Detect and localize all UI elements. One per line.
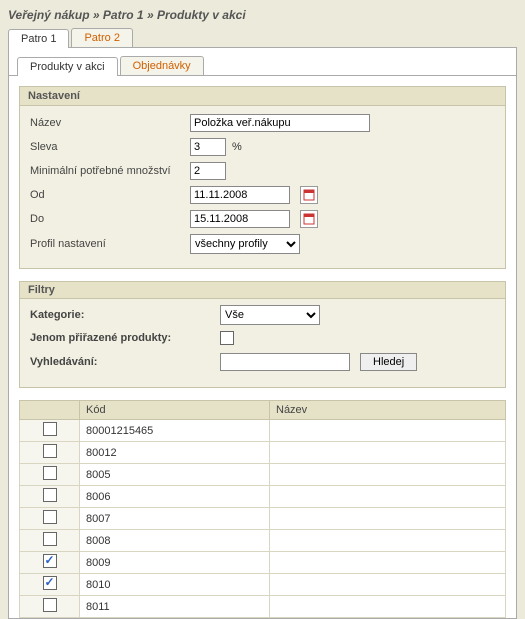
- table-row: 8008: [20, 530, 506, 552]
- row-checkbox[interactable]: [43, 510, 57, 524]
- row-checkbox[interactable]: [43, 532, 57, 546]
- row-checkbox[interactable]: [43, 422, 57, 436]
- profil-label: Profil nastavení: [30, 238, 190, 250]
- cell-nazev: [270, 552, 506, 574]
- tab-outer-0[interactable]: Patro 1: [8, 29, 69, 48]
- cell-kod: 8010: [80, 574, 270, 596]
- table-row: 8007: [20, 508, 506, 530]
- od-input[interactable]: [190, 186, 290, 204]
- table-row: 8009: [20, 552, 506, 574]
- settings-legend: Nastavení: [20, 87, 505, 106]
- calendar-icon[interactable]: [300, 186, 318, 204]
- cell-nazev: [270, 596, 506, 618]
- settings-fieldset: Nastavení Název Sleva % Minimální potřeb…: [19, 86, 506, 269]
- filters-fieldset: Filtry Kategorie: Vše Jenom přiřazené pr…: [19, 281, 506, 388]
- cell-kod: 8009: [80, 552, 270, 574]
- profil-select[interactable]: všechny profily: [190, 234, 300, 254]
- cell-nazev: [270, 508, 506, 530]
- tab-inner-0[interactable]: Produkty v akci: [17, 57, 118, 76]
- outer-tabs: Patro 1Patro 2: [8, 28, 517, 48]
- row-checkbox[interactable]: [43, 554, 57, 568]
- cell-nazev: [270, 574, 506, 596]
- sleva-unit: %: [232, 141, 242, 153]
- content: Nastavení Název Sleva % Minimální potřeb…: [9, 76, 516, 618]
- row-checkbox[interactable]: [43, 488, 57, 502]
- col-chk: [20, 401, 80, 420]
- col-nazev: Název: [270, 401, 506, 420]
- do-input[interactable]: [190, 210, 290, 228]
- filters-legend: Filtry: [20, 282, 505, 299]
- sleva-input[interactable]: [190, 138, 226, 156]
- do-label: Do: [30, 213, 190, 225]
- cell-kod: 80012: [80, 442, 270, 464]
- cell-kod: 8011: [80, 596, 270, 618]
- col-kod: Kód: [80, 401, 270, 420]
- table-row: 8005: [20, 464, 506, 486]
- row-checkbox[interactable]: [43, 466, 57, 480]
- name-label: Název: [30, 117, 190, 129]
- cell-nazev: [270, 530, 506, 552]
- cell-nazev: [270, 442, 506, 464]
- cell-kod: 8008: [80, 530, 270, 552]
- assigned-label: Jenom přiřazené produkty:: [30, 332, 220, 344]
- cell-nazev: [270, 420, 506, 442]
- tab-outer-1[interactable]: Patro 2: [71, 28, 132, 47]
- tab-inner-1[interactable]: Objednávky: [120, 56, 204, 75]
- table-row: 80012: [20, 442, 506, 464]
- row-checkbox[interactable]: [43, 576, 57, 590]
- minqty-label: Minimální potřebné množství: [30, 165, 190, 177]
- search-input[interactable]: [220, 353, 350, 371]
- table-row: 8011: [20, 596, 506, 618]
- minqty-input[interactable]: [190, 162, 226, 180]
- cell-nazev: [270, 486, 506, 508]
- cell-nazev: [270, 464, 506, 486]
- products-table: Kód Název 800012154658001280058006800780…: [19, 400, 506, 618]
- kategorie-label: Kategorie:: [30, 309, 220, 321]
- panel: Produkty v akciObjednávky Nastavení Náze…: [8, 48, 517, 619]
- cell-kod: 8006: [80, 486, 270, 508]
- inner-tabs: Produkty v akciObjednávky: [9, 56, 516, 76]
- row-checkbox[interactable]: [43, 598, 57, 612]
- od-label: Od: [30, 189, 190, 201]
- row-checkbox[interactable]: [43, 444, 57, 458]
- table-row: 80001215465: [20, 420, 506, 442]
- name-input[interactable]: [190, 114, 370, 132]
- sleva-label: Sleva: [30, 141, 190, 153]
- calendar-icon[interactable]: [300, 210, 318, 228]
- assigned-checkbox[interactable]: [220, 331, 234, 345]
- table-row: 8006: [20, 486, 506, 508]
- cell-kod: 8005: [80, 464, 270, 486]
- kategorie-select[interactable]: Vše: [220, 305, 320, 325]
- cell-kod: 8007: [80, 508, 270, 530]
- search-label: Vyhledávání:: [30, 356, 220, 368]
- search-button[interactable]: Hledej: [360, 353, 417, 371]
- breadcrumb: Veřejný nákup » Patro 1 » Produkty v akc…: [8, 8, 517, 22]
- cell-kod: 80001215465: [80, 420, 270, 442]
- table-row: 8010: [20, 574, 506, 596]
